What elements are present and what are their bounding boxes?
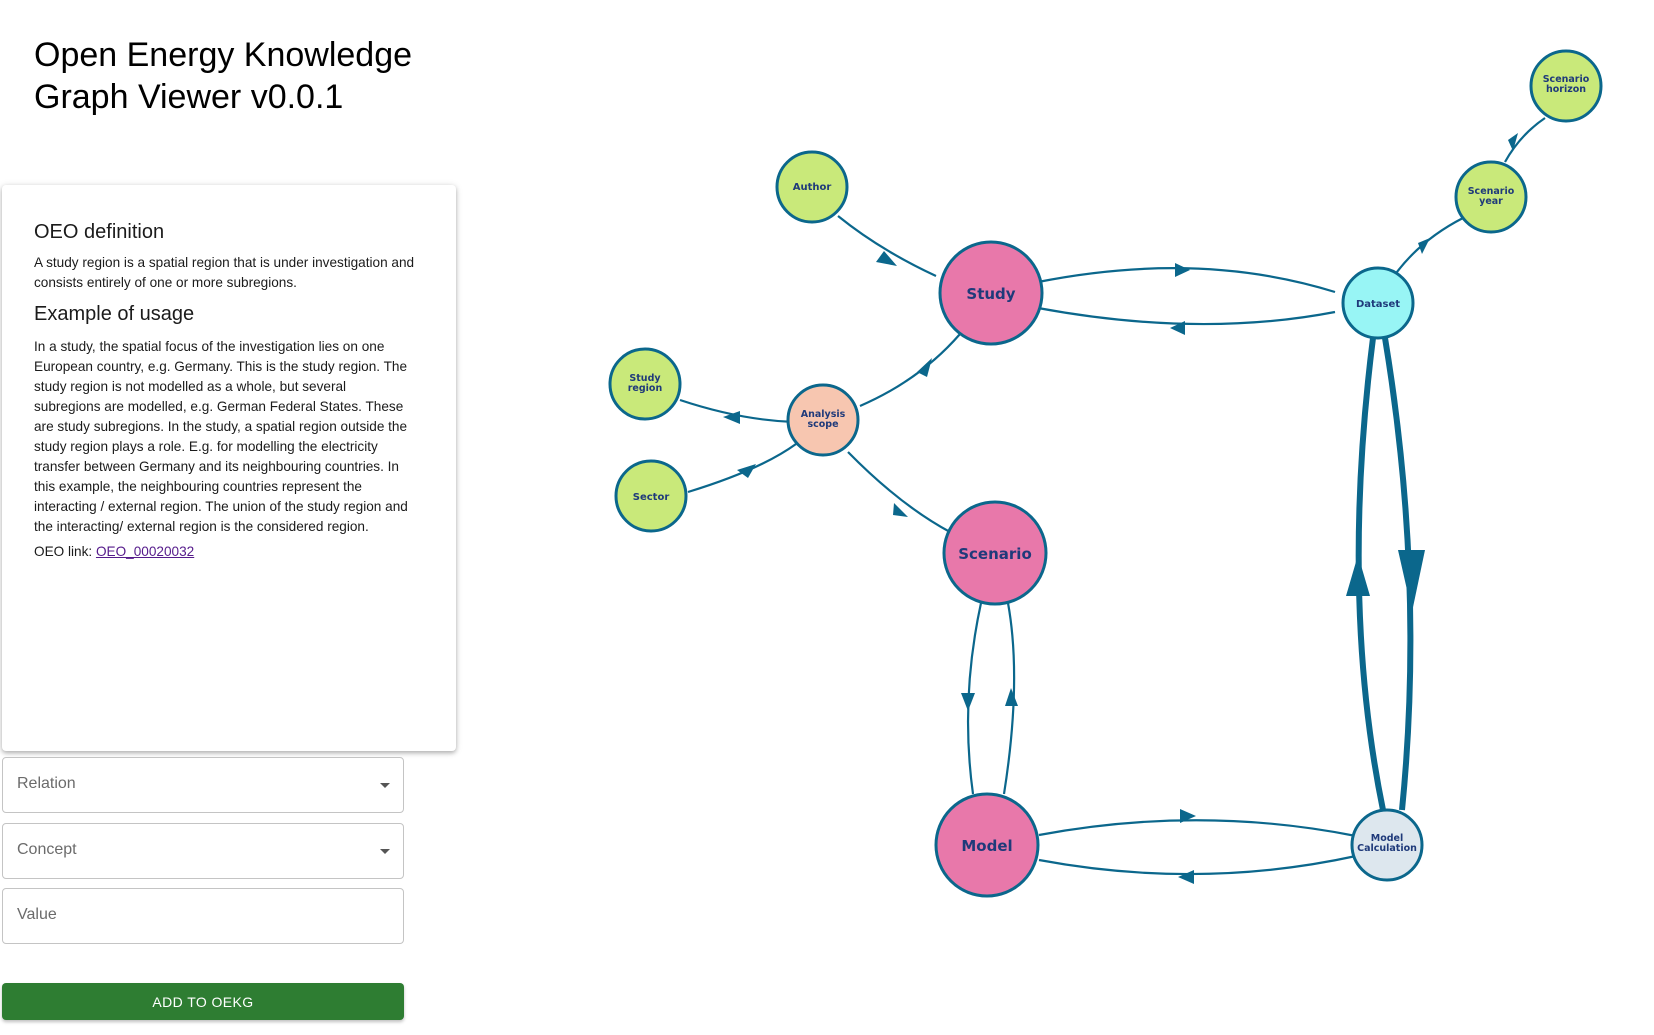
- edge-study-author: [837, 215, 937, 277]
- node-author-label: Author: [793, 182, 832, 193]
- edge-calc-model: [1038, 854, 1357, 876]
- node-study-region[interactable]: Study region: [608, 347, 682, 421]
- edge-model-scenario-arrow: [961, 693, 975, 711]
- edge-study-analysis-arrow: [917, 358, 932, 377]
- edge-study-dataset-arrow: [1175, 263, 1190, 277]
- node-scenario[interactable]: Scenario: [942, 500, 1048, 606]
- node-scenario-label: Scenario: [958, 545, 1032, 563]
- edge-dataset-study: [1037, 306, 1336, 326]
- graph-edges: [679, 117, 1546, 884]
- node-dataset[interactable]: Dataset: [1341, 266, 1415, 340]
- edge-year-horizon-arrow: [1508, 133, 1518, 151]
- edge-dataset-year-arrow: [1418, 238, 1430, 254]
- node-sector-label: Sector: [633, 492, 670, 503]
- node-model-calculation-label-2: Calculation: [1357, 843, 1417, 854]
- node-model-calculation[interactable]: Model Calculation: [1350, 808, 1424, 882]
- edge-calc-model-arrow: [1178, 870, 1194, 884]
- graph-nodes: Study Scenario Model Author Study region…: [608, 49, 1603, 898]
- knowledge-graph[interactable]: Study Scenario Model Author Study region…: [0, 0, 1654, 1035]
- node-model-label: Model: [961, 837, 1012, 855]
- node-scenario-year[interactable]: Scenario year: [1454, 160, 1528, 234]
- edge-scenario-analysis-arrow: [893, 503, 908, 517]
- node-scenario-horizon-label-2: horizon: [1546, 84, 1586, 95]
- edge-analysis-sector-arrow: [737, 464, 756, 478]
- edge-study-dataset: [1037, 267, 1336, 294]
- node-dataset-label: Dataset: [1356, 299, 1400, 310]
- node-model[interactable]: Model: [934, 792, 1040, 898]
- node-scenario-horizon[interactable]: Scenario horizon: [1529, 49, 1603, 123]
- edge-model-calc: [1038, 819, 1357, 838]
- edge-study-analysis: [859, 333, 961, 408]
- node-analysis-scope[interactable]: Analysis scope: [786, 383, 860, 457]
- node-analysis-scope-label-2: scope: [807, 419, 838, 430]
- node-study-region-label-2: region: [628, 383, 663, 394]
- edge-dataset-year: [1393, 217, 1464, 277]
- node-study-label: Study: [966, 285, 1015, 303]
- node-sector[interactable]: Sector: [614, 459, 688, 533]
- node-study[interactable]: Study: [938, 240, 1044, 346]
- edge-scenario-model-arrow: [1005, 688, 1018, 706]
- node-scenario-year-label-2: year: [1479, 196, 1503, 207]
- edge-scenario-analysis: [847, 451, 951, 533]
- edge-calc-dataset-arrow: [1346, 555, 1370, 596]
- node-author[interactable]: Author: [775, 150, 849, 224]
- edge-analysis-sector: [687, 443, 797, 494]
- edge-dataset-calc-arrow: [1398, 550, 1425, 612]
